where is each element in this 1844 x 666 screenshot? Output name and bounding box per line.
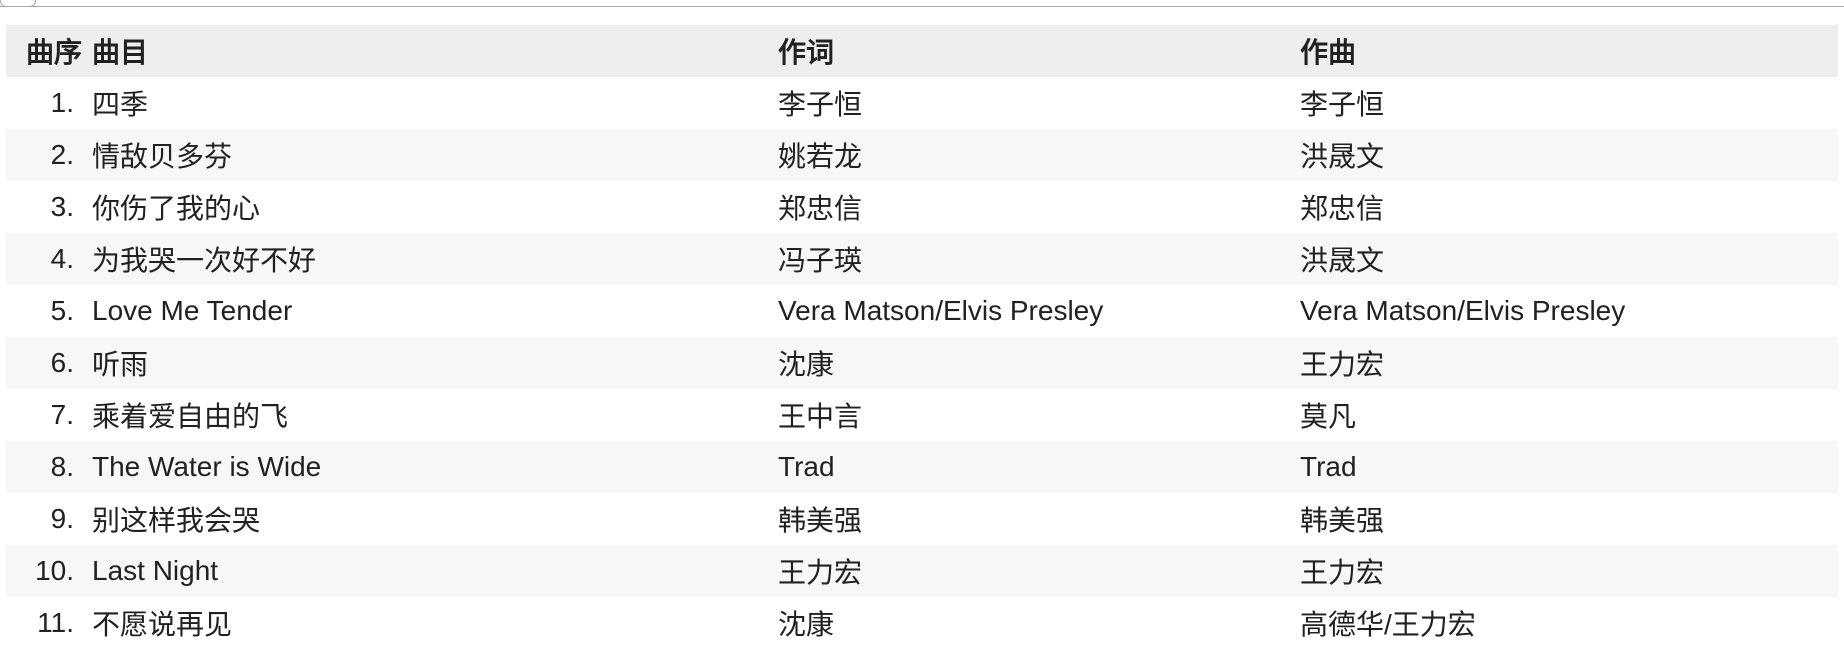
- header-lyricist: 作词: [778, 37, 835, 68]
- track-lyricist: 郑忠信: [778, 193, 863, 224]
- table-row: 4. 为我哭一次好不好 冯子瑛 洪晟文: [6, 233, 1838, 285]
- track-number: 5.: [50, 295, 74, 326]
- track-number: 7.: [50, 399, 74, 430]
- track-title: 不愿说再见: [92, 609, 233, 640]
- table-row: 9. 别这样我会哭 韩美强 韩美强: [6, 493, 1838, 545]
- track-lyricist: Vera Matson/Elvis Presley: [778, 295, 1104, 326]
- track-composer: 高德华/王力宏: [1300, 609, 1476, 640]
- track-title: 为我哭一次好不好: [92, 245, 317, 276]
- header-composer: 作曲: [1300, 37, 1357, 68]
- track-composer: Trad: [1300, 451, 1357, 482]
- track-composer: 韩美强: [1300, 505, 1385, 536]
- track-lyricist: 姚若龙: [778, 141, 863, 172]
- track-number: 8.: [50, 451, 74, 482]
- table-row: 8. The Water is Wide Trad Trad: [6, 441, 1838, 493]
- track-title: 四季: [92, 89, 149, 120]
- track-composer: 王力宏: [1300, 557, 1385, 588]
- top-border: [0, 0, 1844, 7]
- track-lyricist: 沈康: [778, 609, 835, 640]
- table-row: 1. 四季 李子恒 李子恒: [6, 77, 1838, 129]
- table-row: 2. 情敌贝多芬 姚若龙 洪晟文: [6, 129, 1838, 181]
- track-composer: 郑忠信: [1300, 193, 1385, 224]
- track-lyricist: 韩美强: [778, 505, 863, 536]
- track-composer: 洪晟文: [1300, 245, 1385, 276]
- table-row: 10. Last Night 王力宏 王力宏: [6, 545, 1838, 597]
- track-number: 2.: [50, 139, 74, 170]
- table-row: 3. 你伤了我的心 郑忠信 郑忠信: [6, 181, 1838, 233]
- track-title: 听雨: [92, 349, 149, 380]
- track-number: 3.: [50, 191, 74, 222]
- collapse-corner: [0, 0, 36, 7]
- track-lyricist: 王中言: [778, 401, 863, 432]
- track-lyricist: 沈康: [778, 349, 835, 380]
- track-lyricist: 冯子瑛: [778, 245, 863, 276]
- track-title: 你伤了我的心: [92, 193, 261, 224]
- track-title: 乘着爱自由的飞: [92, 401, 289, 432]
- track-lyricist: Trad: [778, 451, 835, 482]
- track-number: 11.: [37, 607, 74, 638]
- track-number: 9.: [50, 503, 74, 534]
- track-composer: 洪晟文: [1300, 141, 1385, 172]
- tracklist-table: 曲序 曲目 作词 作曲 1. 四季 李子恒 李子恒 2. 情敌贝多芬 姚若龙 洪…: [6, 25, 1838, 649]
- track-title: The Water is Wide: [92, 451, 322, 482]
- track-title: 别这样我会哭: [92, 505, 261, 536]
- track-lyricist: 王力宏: [778, 557, 863, 588]
- table-row: 7. 乘着爱自由的飞 王中言 莫凡: [6, 389, 1838, 441]
- table-row: 11. 不愿说再见 沈康 高德华/王力宏: [6, 597, 1838, 649]
- track-title: Love Me Tender: [92, 295, 293, 326]
- track-number: 4.: [50, 243, 74, 274]
- header-number: 曲序: [25, 37, 82, 68]
- table-row: 5. Love Me Tender Vera Matson/Elvis Pres…: [6, 285, 1838, 337]
- track-composer: 莫凡: [1300, 401, 1357, 432]
- track-number: 6.: [50, 347, 74, 378]
- header-title: 曲目: [92, 37, 149, 68]
- track-composer: Vera Matson/Elvis Presley: [1300, 295, 1626, 326]
- track-number: 1.: [50, 87, 74, 118]
- track-title: 情敌贝多芬: [92, 141, 233, 172]
- track-title: Last Night: [92, 555, 219, 586]
- table-header-row: 曲序 曲目 作词 作曲: [6, 25, 1838, 77]
- track-composer: 王力宏: [1300, 349, 1385, 380]
- table-row: 6. 听雨 沈康 王力宏: [6, 337, 1838, 389]
- track-composer: 李子恒: [1300, 89, 1385, 120]
- track-number: 10.: [35, 555, 74, 586]
- track-lyricist: 李子恒: [778, 89, 863, 120]
